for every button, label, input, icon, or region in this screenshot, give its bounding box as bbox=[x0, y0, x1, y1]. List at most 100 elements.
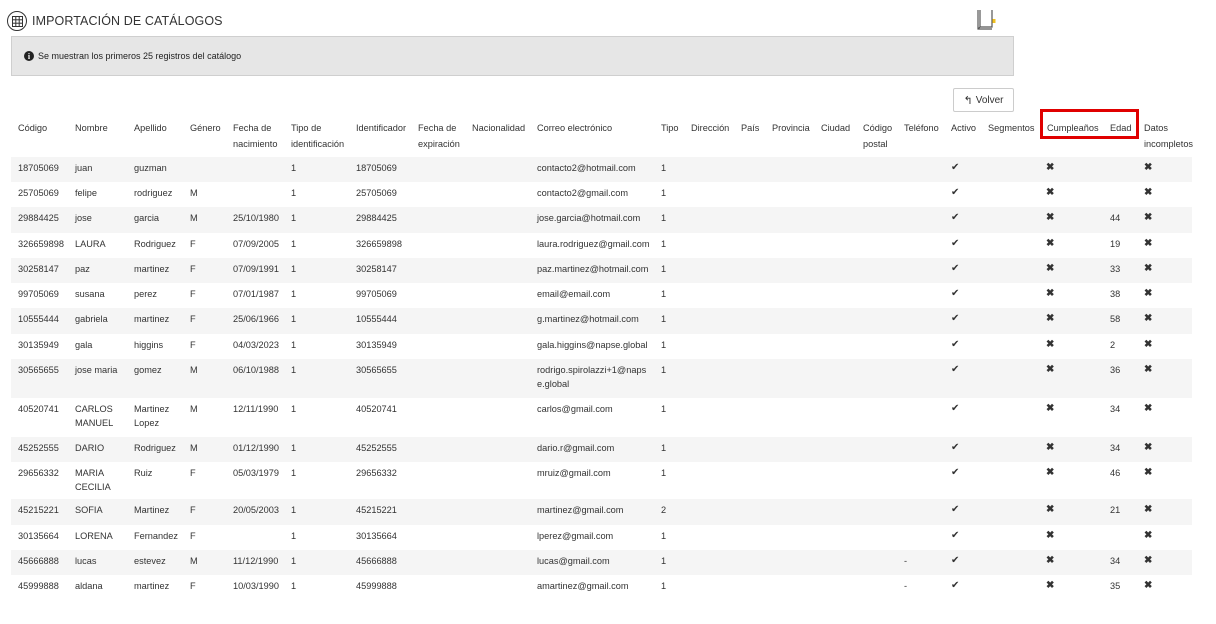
table-row[interactable]: 99705069 susana perez F 07/01/1987 1 99705069 e… bbox=[11, 283, 1192, 308]
cell-genero: F bbox=[190, 289, 196, 299]
active-check-icon: ✔ bbox=[951, 364, 960, 375]
book-icon[interactable] bbox=[975, 8, 997, 37]
cell-edad: 36 bbox=[1110, 365, 1121, 375]
cell-edad: 44 bbox=[1110, 213, 1121, 223]
table-row[interactable]: 29884425 jose garcia M 25/10/1980 1 29884425 jo… bbox=[11, 207, 1192, 233]
column-header: Datos incompletos bbox=[1144, 123, 1194, 149]
cell-identificador: 45252555 bbox=[356, 443, 397, 453]
cell-apellido: martinez bbox=[134, 314, 170, 324]
cell-identificador: 45666888 bbox=[356, 556, 397, 566]
incomplete-cross-icon: ✖ bbox=[1144, 212, 1153, 223]
cell-correo: gala.higgins@napse.global bbox=[537, 340, 648, 350]
table-row[interactable]: 30135949 gala higgins F 04/03/2023 1 30135949 g… bbox=[11, 334, 1192, 359]
incomplete-cross-icon: ✖ bbox=[1144, 162, 1153, 173]
active-check-icon: ✔ bbox=[951, 403, 960, 414]
cell-nombre: CARLOS MANUEL bbox=[75, 404, 114, 428]
volver-button[interactable]: ↰ Volver bbox=[953, 88, 1014, 112]
cell-tipo-identificacion: 1 bbox=[291, 556, 297, 566]
cell-genero: M bbox=[190, 365, 198, 375]
cell-edad: 21 bbox=[1110, 505, 1121, 515]
cell-correo: contacto2@hotmail.com bbox=[537, 163, 636, 173]
birthday-cross-icon: ✖ bbox=[1046, 555, 1055, 566]
table-row[interactable]: 30135664 LORENA Fernandez F 1 30135664 lperez@… bbox=[11, 525, 1192, 550]
birthday-cross-icon: ✖ bbox=[1046, 288, 1055, 299]
cell-tipo: 1 bbox=[661, 314, 667, 324]
cell-nombre: gabriela bbox=[75, 314, 108, 324]
table-row[interactable]: 45215221 SOFIA Martinez F 20/05/2003 1 4521522… bbox=[11, 499, 1192, 525]
info-circle-icon: i bbox=[24, 51, 34, 61]
column-header: Código bbox=[18, 123, 48, 133]
cell-identificador: 29656332 bbox=[356, 468, 397, 478]
cell-nombre: SOFIA bbox=[75, 505, 103, 515]
cell-tipo-identificacion: 1 bbox=[291, 505, 297, 515]
cell-codigo: 29656332 bbox=[18, 468, 59, 478]
cell-edad: 46 bbox=[1110, 468, 1121, 478]
birthday-cross-icon: ✖ bbox=[1046, 263, 1055, 274]
cell-fecha-nacimiento: 05/03/1979 bbox=[233, 468, 279, 478]
incomplete-cross-icon: ✖ bbox=[1144, 288, 1153, 299]
info-banner: i Se muestran los primeros 25 registros … bbox=[11, 36, 1014, 76]
cell-tipo: 1 bbox=[661, 581, 667, 591]
cell-tipo-identificacion: 1 bbox=[291, 213, 297, 223]
cell-edad: 19 bbox=[1110, 239, 1121, 249]
active-check-icon: ✔ bbox=[951, 580, 960, 591]
cell-tipo: 1 bbox=[661, 531, 667, 541]
table-row[interactable]: 25705069 felipe rodriguez M 1 25705069 contact… bbox=[11, 182, 1192, 207]
cell-codigo: 40520741 bbox=[18, 404, 59, 414]
column-header: Provincia bbox=[772, 123, 810, 133]
cell-identificador: 45999888 bbox=[356, 581, 397, 591]
table-row[interactable]: 45252555 DARIO Rodriguez M 01/12/1990 1 452525… bbox=[11, 437, 1192, 462]
cell-codigo: 18705069 bbox=[18, 163, 59, 173]
column-header: Tipo bbox=[661, 123, 679, 133]
cell-edad: 35 bbox=[1110, 581, 1121, 591]
cell-correo: g.martinez@hotmail.com bbox=[537, 314, 639, 324]
birthday-cross-icon: ✖ bbox=[1046, 467, 1055, 478]
table-row[interactable]: 45999888 aldana martinez F 10/03/1990 1 459998… bbox=[11, 575, 1192, 600]
birthday-cross-icon: ✖ bbox=[1046, 442, 1055, 453]
table-row[interactable]: 10555444 gabriela martinez F 25/06/1966 1 1055… bbox=[11, 308, 1192, 334]
active-check-icon: ✔ bbox=[951, 238, 960, 249]
column-header: Correo electrónico bbox=[537, 123, 613, 133]
cell-nombre: gala bbox=[75, 340, 93, 350]
cell-nombre: felipe bbox=[75, 188, 97, 198]
column-header: Teléfono bbox=[904, 123, 939, 133]
table-grid-icon bbox=[7, 11, 27, 31]
cell-identificador: 18705069 bbox=[356, 163, 397, 173]
column-header: Fecha de nacimiento bbox=[233, 123, 278, 149]
incomplete-cross-icon: ✖ bbox=[1144, 580, 1153, 591]
active-check-icon: ✔ bbox=[951, 467, 960, 478]
cell-codigo: 29884425 bbox=[18, 213, 59, 223]
incomplete-cross-icon: ✖ bbox=[1144, 339, 1153, 350]
column-header: Tipo de identificación bbox=[291, 123, 345, 149]
cell-genero: M bbox=[190, 443, 198, 453]
cell-tipo: 1 bbox=[661, 468, 667, 478]
incomplete-cross-icon: ✖ bbox=[1144, 442, 1153, 453]
table-row[interactable]: 326659898 LAURA Rodriguez F 07/09/2005 1 32665… bbox=[11, 233, 1192, 258]
incomplete-cross-icon: ✖ bbox=[1144, 238, 1153, 249]
cell-edad: 34 bbox=[1110, 443, 1121, 453]
table-row[interactable]: 29656332 MARIA CECILIA Ruiz F 05/03/1979 1 296… bbox=[11, 462, 1192, 499]
column-header: Activo bbox=[951, 123, 977, 133]
column-header: Código postal bbox=[863, 123, 893, 149]
cell-nombre: jose maria bbox=[75, 365, 118, 375]
cell-identificador: 45215221 bbox=[356, 505, 397, 515]
cell-tipo: 1 bbox=[661, 340, 667, 350]
cell-tipo-identificacion: 1 bbox=[291, 581, 297, 591]
cell-identificador: 25705069 bbox=[356, 188, 397, 198]
table-row[interactable]: 30565655 jose maria gomez M 06/10/1988 1 30565… bbox=[11, 359, 1192, 398]
column-header: Fecha de expiración bbox=[418, 123, 460, 149]
cell-genero: F bbox=[190, 468, 196, 478]
column-header: Identificador bbox=[356, 123, 407, 133]
birthday-cross-icon: ✖ bbox=[1046, 580, 1055, 591]
cell-fecha-nacimiento: 07/09/1991 bbox=[233, 264, 279, 274]
cell-edad: 2 bbox=[1110, 340, 1116, 350]
cell-codigo: 326659898 bbox=[18, 239, 64, 249]
birthday-cross-icon: ✖ bbox=[1046, 364, 1055, 375]
table-row[interactable]: 40520741 CARLOS MANUEL Martinez Lopez M 12/1… bbox=[11, 398, 1192, 437]
table-row[interactable]: 45666888 lucas estevez M 11/12/1990 1 45666888… bbox=[11, 550, 1192, 575]
active-check-icon: ✔ bbox=[951, 530, 960, 541]
table-row[interactable]: 30258147 paz martinez F 07/09/1991 1 30258147 p… bbox=[11, 258, 1192, 283]
cell-nombre: jose bbox=[75, 213, 92, 223]
table-row[interactable]: 18705069 juan guzman 1 18705069 contacto2@hot… bbox=[11, 157, 1192, 182]
active-check-icon: ✔ bbox=[951, 263, 960, 274]
